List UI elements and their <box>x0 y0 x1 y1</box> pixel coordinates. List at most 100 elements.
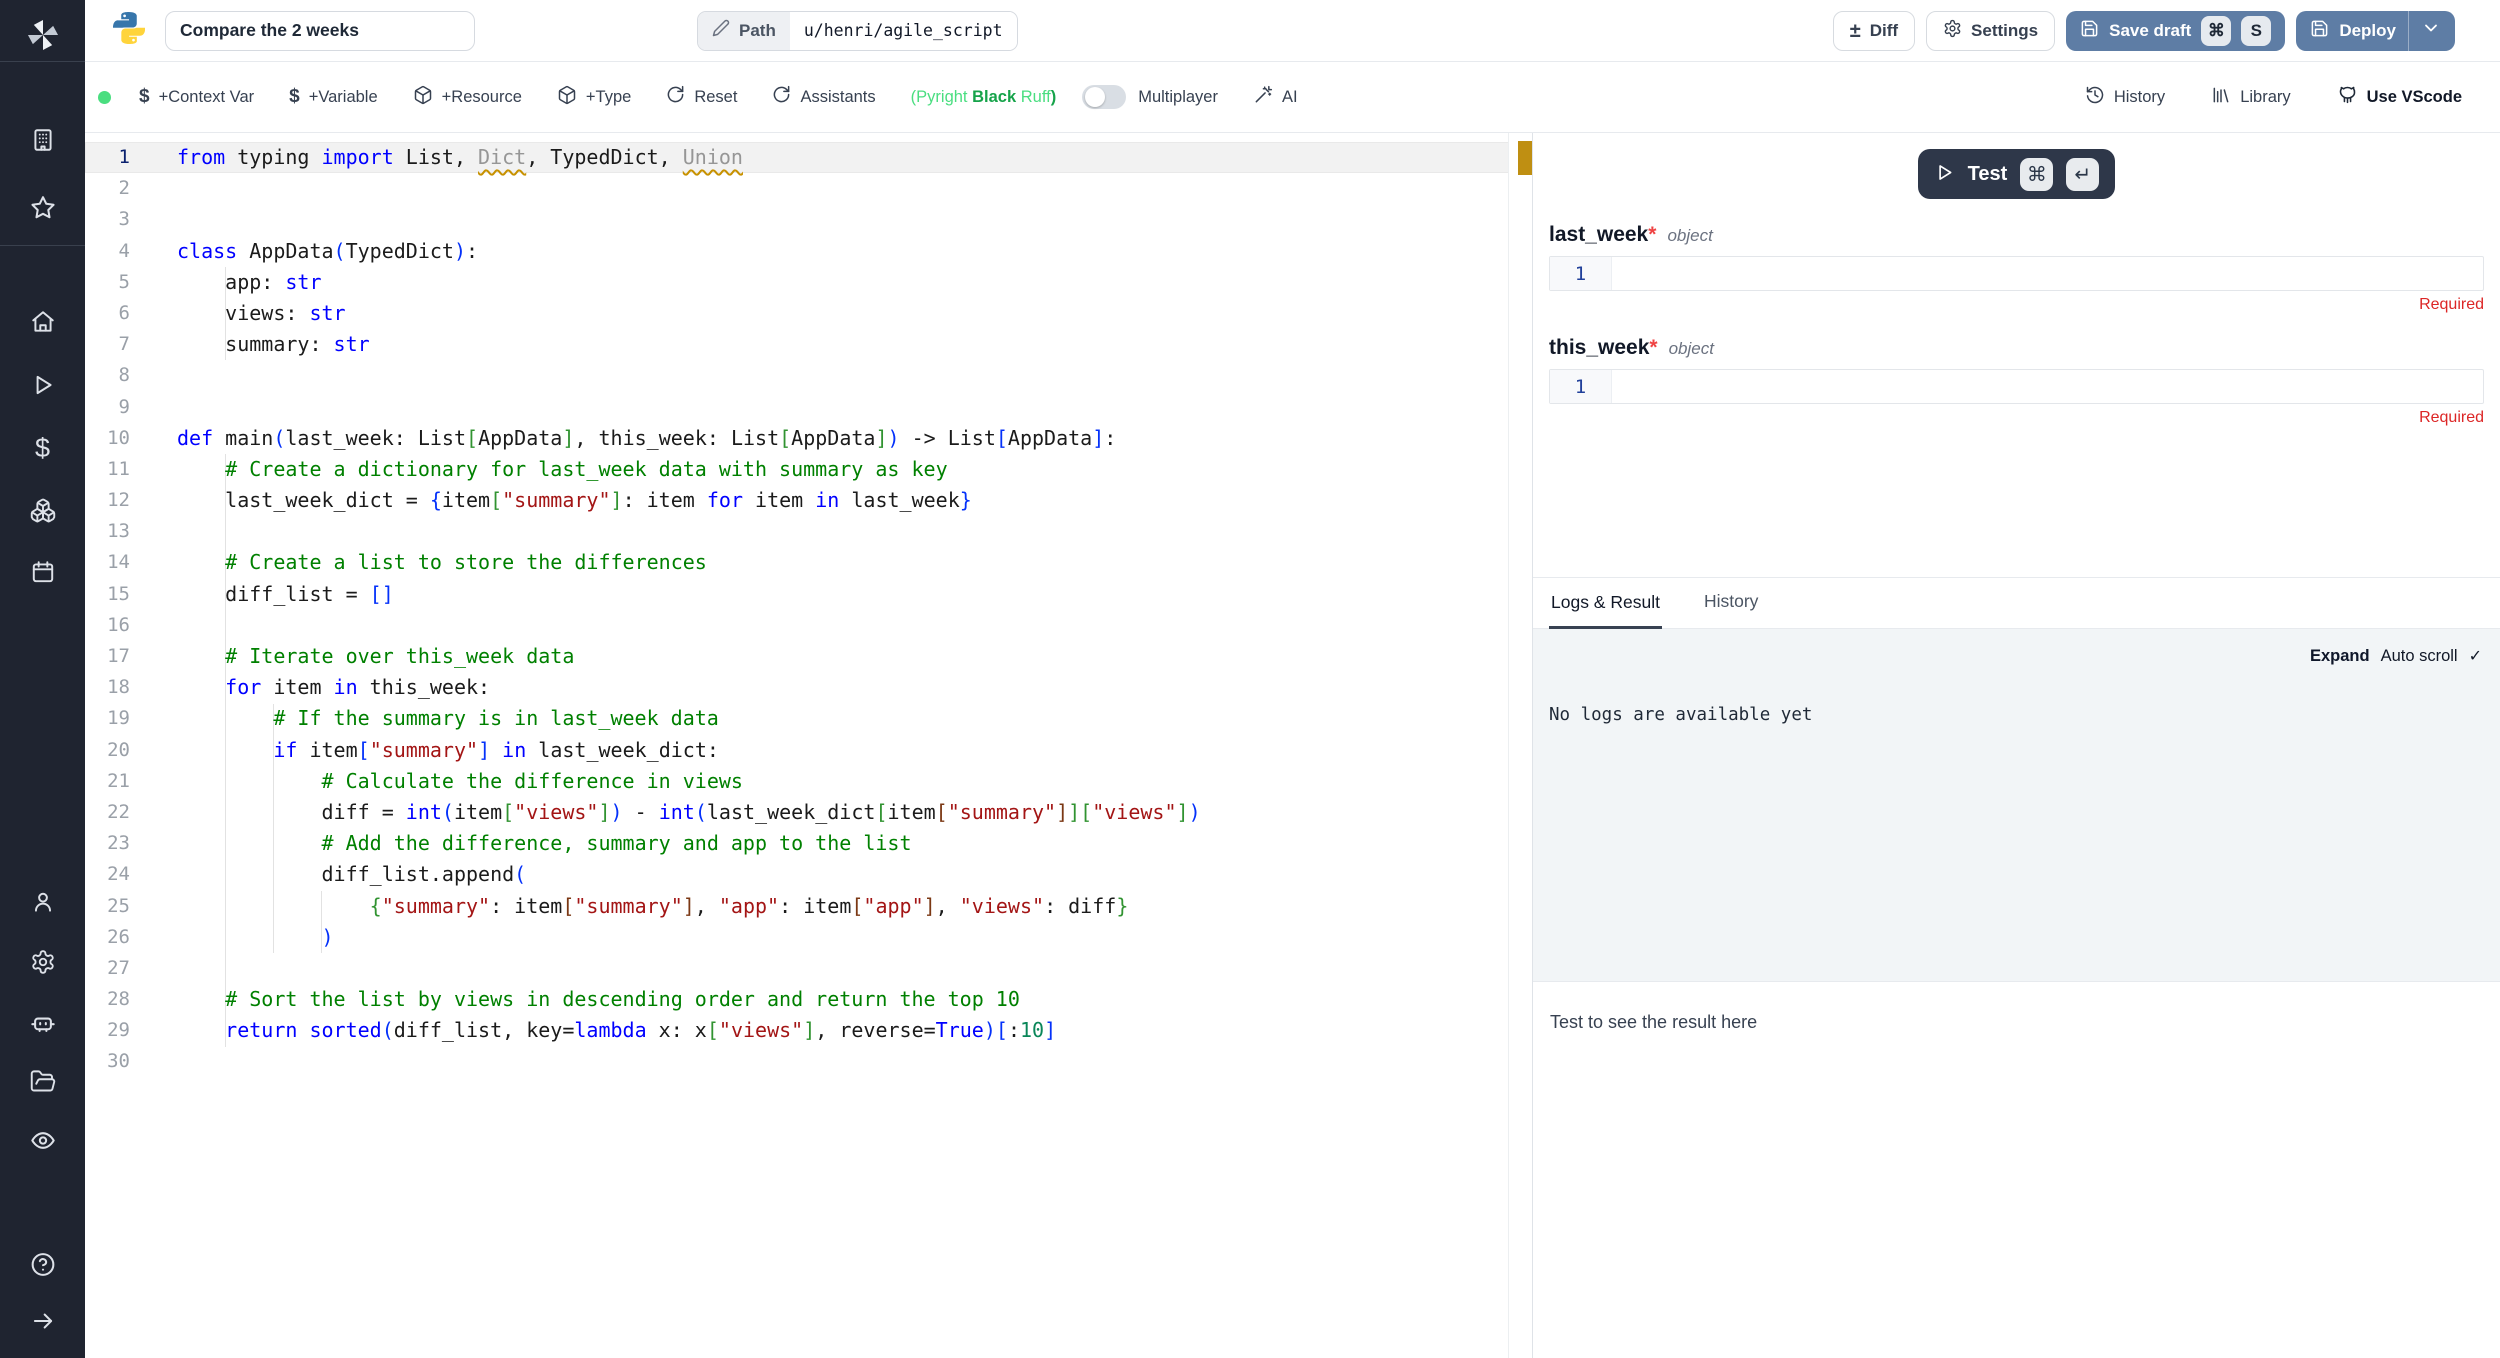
code-line[interactable]: 9 <box>85 392 1532 423</box>
code-line[interactable]: 1from typing import List, Dict, TypedDic… <box>85 142 1532 173</box>
code-line[interactable]: 17 # Iterate over this_week data <box>85 641 1532 672</box>
code-line[interactable]: 15 diff_list = [] <box>85 579 1532 610</box>
audit-eye-icon[interactable] <box>29 1127 56 1154</box>
paren-close: ) <box>1051 88 1057 106</box>
line-number: 17 <box>85 641 163 672</box>
path-label-segment: Path <box>698 12 790 50</box>
this-week-json-input[interactable]: 1 <box>1549 369 2484 404</box>
deploy-button[interactable]: Deploy <box>2296 11 2455 51</box>
line-number: 7 <box>85 329 163 360</box>
ai-button[interactable]: AI <box>1253 85 1298 110</box>
add-resource-button[interactable]: +Resource <box>413 85 522 110</box>
line-number: 13 <box>85 516 163 547</box>
save-draft-button[interactable]: Save draft ⌘ S <box>2066 11 2285 51</box>
code-editor[interactable]: 1from typing import List, Dict, TypedDic… <box>85 133 1532 1358</box>
reset-button[interactable]: Reset <box>666 85 737 109</box>
assistants-button[interactable]: Assistants <box>772 85 875 109</box>
code-line[interactable]: 11 # Create a dictionary for last_week d… <box>85 454 1532 485</box>
code-line[interactable]: 26 ) <box>85 922 1532 953</box>
code-line[interactable]: 29 return sorted(diff_list, key=lambda x… <box>85 1015 1532 1046</box>
diff-label: Diff <box>1870 21 1898 41</box>
windmill-logo-icon[interactable] <box>24 16 62 54</box>
favorites-star-icon[interactable] <box>29 194 56 221</box>
code-line-text: return sorted(diff_list, key=lambda x: x… <box>177 1015 1056 1046</box>
check-icon[interactable]: ✓ <box>2469 646 2482 666</box>
expand-button[interactable]: Expand <box>2310 647 2370 666</box>
code-line[interactable]: 27 <box>85 953 1532 984</box>
variables-dollar-icon[interactable]: $ <box>35 433 50 464</box>
line-number: 11 <box>85 454 163 485</box>
code-line[interactable]: 4class AppData(TypedDict): <box>85 236 1532 267</box>
input-edit-area[interactable] <box>1612 257 2483 290</box>
code-line[interactable]: 20 if item["summary"] in last_week_dict: <box>85 735 1532 766</box>
code-line[interactable]: 28 # Sort the list by views in descendin… <box>85 984 1532 1015</box>
line-number: 1 <box>85 142 163 173</box>
code-line[interactable]: 24 diff_list.append( <box>85 859 1532 890</box>
help-icon[interactable] <box>29 1251 56 1278</box>
required-hint: Required <box>1549 296 2484 314</box>
runs-play-icon[interactable] <box>30 372 56 398</box>
line-number: 28 <box>85 984 163 1015</box>
settings-gear-icon[interactable] <box>30 949 56 975</box>
code-line[interactable]: 30 <box>85 1046 1532 1077</box>
windmill-script-editor: $ <box>0 0 2500 1358</box>
workers-robot-icon[interactable] <box>29 1009 56 1036</box>
multiplayer-toggle[interactable] <box>1082 85 1126 109</box>
code-line[interactable]: 14 # Create a list to store the differen… <box>85 547 1532 578</box>
multiplayer-label[interactable]: Multiplayer <box>1138 88 1218 107</box>
code-line[interactable]: 25 {"summary": item["summary"], "app": i… <box>85 891 1532 922</box>
autoscroll-toggle[interactable]: Auto scroll <box>2381 647 2458 666</box>
add-type-button[interactable]: +Type <box>557 85 631 110</box>
tab-logs-result[interactable]: Logs & Result <box>1549 578 1662 629</box>
chevron-down-icon[interactable] <box>2421 18 2441 43</box>
add-context-var-button[interactable]: $ +Context Var <box>139 86 254 108</box>
use-vscode-button[interactable]: Use VScode <box>2337 84 2462 110</box>
path-field[interactable]: Path u/henri/agile_script <box>697 11 1018 51</box>
editor-body[interactable]: 1from typing import List, Dict, TypedDic… <box>85 133 1532 1078</box>
code-line[interactable]: 10def main(last_week: List[AppData], thi… <box>85 423 1532 454</box>
code-line[interactable]: 18 for item in this_week: <box>85 672 1532 703</box>
code-line[interactable]: 6 views: str <box>85 298 1532 329</box>
code-line[interactable]: 19 # If the summary is in last_week data <box>85 703 1532 734</box>
home-icon[interactable] <box>30 309 56 335</box>
tab-history[interactable]: History <box>1702 578 1760 628</box>
code-line[interactable]: 22 diff = int(item["views"]) - int(last_… <box>85 797 1532 828</box>
code-line[interactable]: 5 app: str <box>85 267 1532 298</box>
package-icon <box>557 85 577 110</box>
input-edit-area[interactable] <box>1612 370 2483 403</box>
folders-icon[interactable] <box>29 1068 56 1095</box>
overview-ruler[interactable] <box>1508 133 1532 1358</box>
library-button[interactable]: Library <box>2211 85 2290 110</box>
add-variable-button[interactable]: $ +Variable <box>289 86 378 108</box>
workspace-building-icon[interactable] <box>30 127 56 153</box>
code-line[interactable]: 8 <box>85 360 1532 391</box>
code-line[interactable]: 13 <box>85 516 1532 547</box>
diff-button[interactable]: ± Diff <box>1833 11 1915 51</box>
last-week-json-input[interactable]: 1 <box>1549 256 2484 291</box>
toolbar-right: History Library Use VScode <box>2085 84 2462 110</box>
code-line[interactable]: 23 # Add the difference, summary and app… <box>85 828 1532 859</box>
line-number: 6 <box>85 298 163 329</box>
settings-button[interactable]: Settings <box>1926 11 2055 51</box>
code-line[interactable]: 3 <box>85 204 1532 235</box>
history-button[interactable]: History <box>2085 85 2165 110</box>
add-type-label: +Type <box>586 88 631 107</box>
code-line-text: views: str <box>177 298 346 329</box>
code-line-text: # Calculate the difference in views <box>177 766 743 797</box>
code-line[interactable]: 7 summary: str <box>85 329 1532 360</box>
code-line[interactable]: 21 # Calculate the difference in views <box>85 766 1532 797</box>
test-button[interactable]: Test ⌘ ↵ <box>1918 149 2116 199</box>
code-line[interactable]: 16 <box>85 610 1532 641</box>
diff-icon: ± <box>1850 21 1861 41</box>
code-line-text: last_week_dict = {item["summary"]: item … <box>177 485 972 516</box>
path-value[interactable]: u/henri/agile_script <box>790 12 1017 50</box>
code-line[interactable]: 2 <box>85 173 1532 204</box>
code-line-text: if item["summary"] in last_week_dict: <box>177 735 719 766</box>
user-icon[interactable] <box>30 889 56 915</box>
collapse-arrow-right-icon[interactable] <box>30 1308 56 1334</box>
deploy-split-divider <box>2408 11 2409 51</box>
code-line[interactable]: 12 last_week_dict = {item["summary"]: it… <box>85 485 1532 516</box>
resources-boxes-icon[interactable] <box>29 497 56 524</box>
script-name-input[interactable] <box>165 11 475 51</box>
schedules-calendar-icon[interactable] <box>30 559 56 585</box>
